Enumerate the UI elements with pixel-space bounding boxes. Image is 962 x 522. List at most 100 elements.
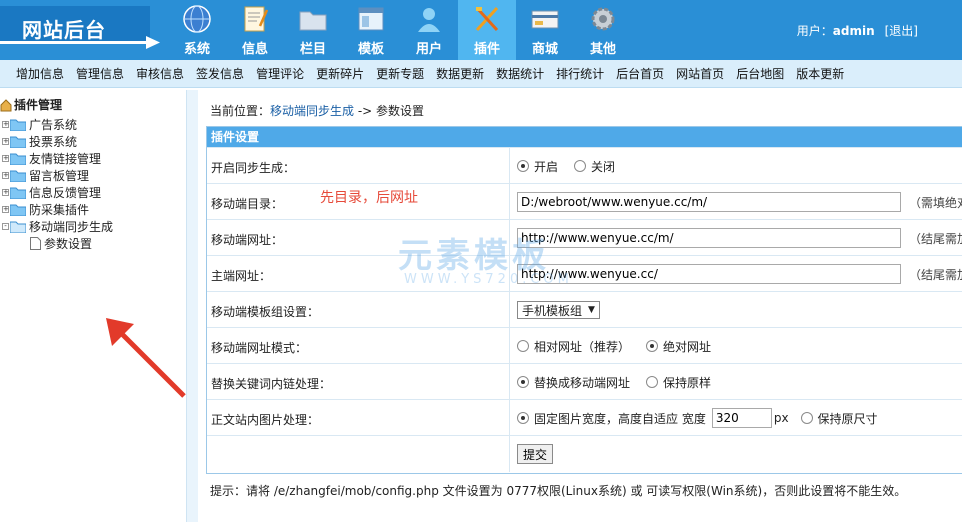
radio-checked[interactable] — [517, 412, 529, 424]
tree-sub-label: 参数设置 — [44, 237, 93, 251]
breadcrumb-link[interactable]: 移动端同步生成 — [270, 104, 354, 118]
nav-template[interactable]: 模板 — [342, 0, 400, 60]
tools-icon — [475, 6, 499, 32]
submenu-add-info[interactable]: 增加信息 — [10, 60, 70, 87]
main-url-input[interactable] — [517, 264, 901, 284]
main-content: 当前位置：移动端同步生成 -> 参数设置 插件设置 开启同步生成： 开启 关闭 … — [198, 90, 962, 522]
watermark-url: WWW.YS720.COM — [404, 272, 573, 287]
folder-icon — [10, 119, 26, 131]
tree-item-links[interactable]: + 友情链接管理 — [2, 150, 101, 167]
submenu-admin-home[interactable]: 后台首页 — [610, 60, 670, 87]
breadcrumb-current: 参数设置 — [376, 104, 425, 118]
logout-link[interactable]: [退出] — [885, 24, 918, 38]
radio-checked[interactable] — [646, 340, 659, 352]
submit-button[interactable]: 提交 — [517, 444, 554, 464]
row-label: 移动端网址模式： — [211, 341, 308, 355]
submenu-data-update[interactable]: 数据更新 — [430, 60, 490, 87]
nav-column[interactable]: 栏目 — [284, 0, 342, 60]
radio-unchecked[interactable] — [574, 160, 587, 172]
submenu-admin-map[interactable]: 后台地图 — [730, 60, 790, 87]
image-width-input[interactable] — [711, 408, 772, 428]
nav-label: 模板 — [357, 42, 384, 57]
mobile-dir-input[interactable] — [517, 192, 901, 212]
tree-item-vote[interactable]: + 投票系统 — [2, 133, 77, 150]
nav-info[interactable]: 信息 — [226, 0, 284, 60]
row-mobile-url: 移动端网址： （结尾需加 — [207, 219, 962, 256]
nav-user[interactable]: 用户 — [400, 0, 458, 60]
submenu-update-fragments[interactable]: 更新碎片 — [310, 60, 370, 87]
annotation-note: 先目录，后网址 — [320, 190, 418, 206]
image-keep-radio[interactable]: 保持原尺寸 — [800, 410, 878, 427]
radio-unchecked[interactable] — [517, 340, 529, 352]
template-select[interactable]: 手机模板组 ▼ — [517, 301, 600, 319]
nav-system[interactable]: 系统 — [168, 0, 226, 60]
folder-icon — [10, 204, 26, 216]
nav-shop[interactable]: 商城 — [516, 0, 574, 60]
nav-other[interactable]: 其他 — [574, 0, 632, 60]
folder-icon — [10, 187, 26, 199]
folder-icon — [10, 153, 26, 165]
row-label: 替换关键词内链处理： — [211, 377, 332, 391]
tree-item-mobile-sync[interactable]: - 移动端同步生成 — [2, 218, 113, 235]
nav-label: 用户 — [415, 42, 442, 57]
settings-panel: 插件设置 开启同步生成： 开启 关闭 移动端目录： （需填绝对 移动端网址： （… — [206, 126, 962, 474]
radio-unchecked[interactable] — [800, 412, 813, 424]
sync-off-radio[interactable]: 关闭 — [574, 158, 615, 175]
tree-item-label: 留言板管理 — [29, 169, 90, 183]
nav-label: 其他 — [589, 42, 616, 57]
keyword-replace-radio[interactable]: 替换成移动端网址 — [517, 374, 630, 391]
submenu-rank-stats[interactable]: 排行统计 — [550, 60, 610, 87]
user-area: 用户：admin [退出] — [797, 22, 918, 39]
nav-label: 信息 — [241, 42, 268, 57]
tree-item-anti-collect[interactable]: + 防采集插件 — [2, 201, 89, 218]
submenu-version-update[interactable]: 版本更新 — [790, 60, 850, 87]
sidebar-tree: 插件管理 + 广告系统 + 投票系统 + 友情链接管理 + 留言板管理 + 信息… — [0, 90, 187, 522]
sync-on-radio[interactable]: 开启 — [517, 158, 558, 175]
row-image: 正文站内图片处理： 固定图片宽度，高度自适应 宽度 px 保持原尺寸 — [207, 399, 962, 436]
tree-item-feedback[interactable]: + 信息反馈管理 — [2, 184, 101, 201]
mobile-url-input[interactable] — [517, 228, 901, 248]
home-icon — [0, 98, 12, 111]
relative-url-radio[interactable]: 相对网址（推荐） — [517, 338, 630, 355]
row-label: 正文站内图片处理： — [211, 413, 320, 427]
tree-item-param-settings[interactable]: 参数设置 — [30, 235, 92, 252]
keyword-keep-radio[interactable]: 保持原样 — [646, 374, 711, 391]
tree-root[interactable]: 插件管理 — [0, 96, 62, 113]
expand-icon[interactable]: + — [2, 189, 9, 196]
breadcrumb: 当前位置：移动端同步生成 -> 参数设置 — [210, 102, 424, 119]
user-prefix: 用户： — [796, 24, 833, 38]
logo-arrow-icon — [0, 36, 160, 49]
nav-plugin[interactable]: 插件 — [458, 0, 516, 60]
expand-icon[interactable]: + — [2, 138, 9, 145]
document-icon — [244, 6, 269, 32]
image-fixed-radio[interactable]: 固定图片宽度，高度自适应 宽度 — [517, 410, 706, 427]
row-label: 移动端目录： — [211, 197, 284, 211]
row-label: 移动端模板组设置： — [211, 305, 320, 319]
expand-icon[interactable]: + — [2, 172, 9, 179]
collapse-icon[interactable]: - — [2, 223, 9, 230]
main-nav: 系统 信息 栏目 模板 用户 插件 商城 其他 — [168, 0, 632, 60]
window-icon — [358, 7, 384, 31]
submenu-review-info[interactable]: 审核信息 — [130, 60, 190, 87]
submenu-data-stats[interactable]: 数据统计 — [490, 60, 550, 87]
tree-item-guestbook[interactable]: + 留言板管理 — [2, 167, 89, 184]
sidebar-divider[interactable] — [187, 90, 198, 522]
user-icon — [418, 8, 440, 32]
submenu-site-home[interactable]: 网站首页 — [670, 60, 730, 87]
expand-icon[interactable]: + — [2, 121, 9, 128]
radio-checked[interactable] — [517, 160, 529, 172]
absolute-url-radio[interactable]: 绝对网址 — [646, 338, 711, 355]
radio-unchecked[interactable] — [646, 376, 659, 388]
submenu-manage-info[interactable]: 管理信息 — [70, 60, 130, 87]
expand-icon[interactable]: + — [2, 155, 9, 162]
submenu-sign-info[interactable]: 签发信息 — [190, 60, 250, 87]
expand-icon[interactable]: + — [2, 206, 9, 213]
radio-checked[interactable] — [517, 376, 529, 388]
submenu-update-topics[interactable]: 更新专题 — [370, 60, 430, 87]
tree-item-ads[interactable]: + 广告系统 — [2, 116, 77, 133]
tree-item-label: 友情链接管理 — [29, 152, 102, 166]
submenu-manage-comments[interactable]: 管理评论 — [250, 60, 310, 87]
row-label: 移动端网址： — [211, 233, 284, 247]
main-url-hint: （结尾需加 — [909, 267, 962, 282]
gear-icon — [591, 7, 615, 31]
